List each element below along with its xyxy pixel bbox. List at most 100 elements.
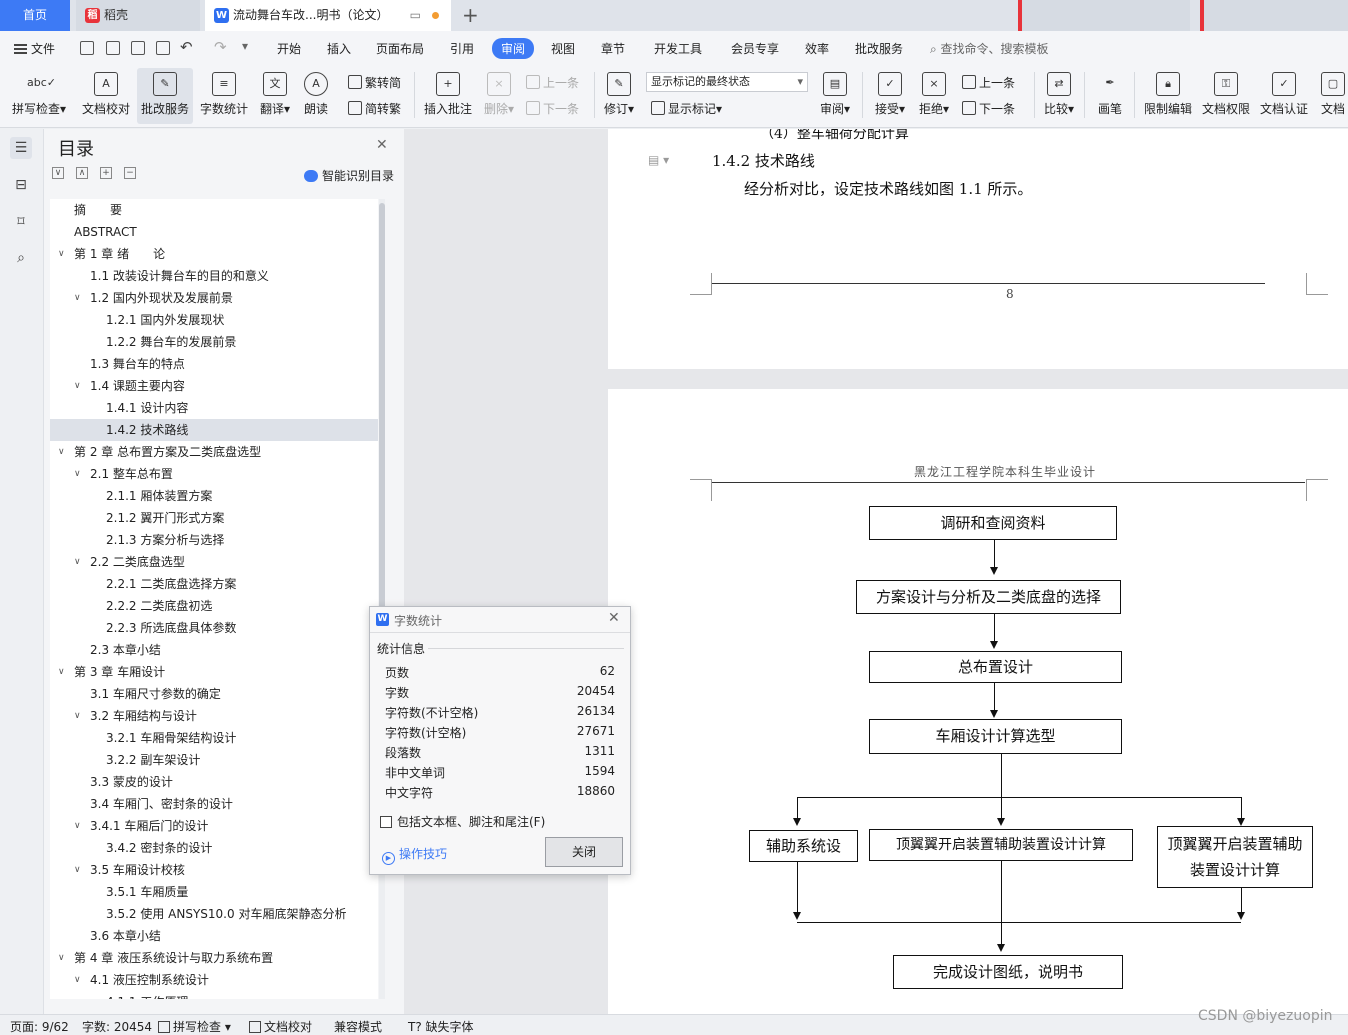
proofread-status[interactable]: 文档校对 bbox=[249, 1018, 312, 1035]
toc-item[interactable]: ∨ 第 4 章 液压系统设计与取力系统布置 bbox=[50, 947, 378, 969]
toc-item[interactable]: 3.5.2 使用 ANSYS10.0 对车厢底架静态分析 bbox=[50, 903, 378, 925]
word-count-indicator[interactable]: 字数: 20454 bbox=[82, 1018, 152, 1035]
toc-item[interactable]: ∨ 第 1 章 绪 论 bbox=[50, 243, 378, 265]
review-pane-button[interactable]: ▤ 审阅▾ bbox=[816, 68, 854, 124]
spell-check-button[interactable]: abc✓ 拼写检查▾ bbox=[8, 68, 70, 124]
toc-item[interactable]: 1.3 舞台车的特点 bbox=[50, 353, 378, 375]
document-page[interactable]: （4）整车轴荷分配计算 ▤ ▾ 1.4.2 技术路线 经分析对比，设定技术路线如… bbox=[608, 129, 1348, 369]
toc-item[interactable]: 1.4.2 技术路线 bbox=[50, 419, 378, 441]
print-icon[interactable] bbox=[131, 41, 145, 55]
ink-button[interactable]: ✒ 画笔 bbox=[1092, 68, 1128, 124]
doc-certify-button[interactable]: ✓ 文档认证 bbox=[1256, 68, 1312, 124]
save-icon[interactable] bbox=[80, 41, 94, 55]
toc-item[interactable]: 1.2.1 国内外发展现状 bbox=[50, 309, 378, 331]
close-button[interactable]: 关闭 bbox=[545, 837, 623, 867]
toc-item[interactable]: ∨ 4.1 液压控制系统设计 bbox=[50, 969, 378, 991]
monitor-icon[interactable]: ▭ bbox=[410, 0, 421, 31]
toc-item[interactable]: 2.3 本章小结 bbox=[50, 639, 378, 661]
tab-daoke[interactable]: 稻 稻壳 bbox=[76, 0, 200, 31]
export-pdf-icon[interactable] bbox=[106, 41, 120, 55]
menu-review[interactable]: 审阅 bbox=[492, 38, 535, 59]
toc-item[interactable]: ∨ 第 2 章 总布置方案及二类底盘选型 bbox=[50, 441, 378, 463]
toc-item[interactable]: ∨ 3.5 车厢设计校核 bbox=[50, 859, 378, 881]
doc-permission-button[interactable]: ⚿ 文档权限 bbox=[1198, 68, 1254, 124]
menu-developer[interactable]: 开发工具 bbox=[654, 40, 702, 57]
toc-item[interactable]: 3.4.2 密封条的设计 bbox=[50, 837, 378, 859]
menu-page-layout[interactable]: 页面布局 bbox=[376, 40, 424, 57]
toc-item[interactable]: 2.2.2 二类底盘初选 bbox=[50, 595, 378, 617]
toc-panel-icon[interactable]: ☰ bbox=[10, 137, 32, 159]
toc-item[interactable]: 3.3 蒙皮的设计 bbox=[50, 771, 378, 793]
collapse-all-icon[interactable]: ∨ bbox=[52, 167, 64, 179]
correction-service-button[interactable]: ✎ 批改服务 bbox=[137, 68, 193, 124]
toc-scroll-thumb[interactable] bbox=[379, 203, 385, 633]
toc-item[interactable]: 3.5.1 车厢质量 bbox=[50, 881, 378, 903]
chevron-down-icon[interactable]: ∨ bbox=[74, 859, 81, 881]
document-canvas[interactable]: （4）整车轴荷分配计算 ▤ ▾ 1.4.2 技术路线 经分析对比，设定技术路线如… bbox=[404, 129, 1348, 1014]
insert-comment-button[interactable]: + 插入批注 bbox=[420, 68, 476, 124]
toc-item[interactable]: 3.6 本章小结 bbox=[50, 925, 378, 947]
new-tab-button[interactable]: + bbox=[462, 0, 479, 31]
toc-item[interactable]: 3.2.1 车厢骨架结构设计 bbox=[50, 727, 378, 749]
translate-button[interactable]: 文翻译▾ bbox=[256, 68, 294, 124]
toc-item[interactable]: 3.1 车厢尺寸参数的确定 bbox=[50, 683, 378, 705]
toc-scrollbar[interactable] bbox=[379, 199, 385, 999]
tab-document[interactable]: W 流动舞台车改...明书（论文） ▭ bbox=[205, 0, 451, 31]
show-markup-button[interactable]: 显示标记▾ bbox=[651, 100, 722, 117]
toc-item[interactable]: 2.1.1 厢体装置方案 bbox=[50, 485, 378, 507]
toc-item[interactable]: ∨ 2.2 二类底盘选型 bbox=[50, 551, 378, 573]
page-indicator[interactable]: 页面: 9/62 bbox=[10, 1018, 69, 1035]
next-comment-button[interactable]: 下一条 bbox=[526, 100, 579, 117]
menu-view[interactable]: 视图 bbox=[551, 40, 575, 57]
to-simplified-button[interactable]: 简转繁 bbox=[348, 100, 401, 117]
proofread-button[interactable]: A 文档校对 bbox=[78, 68, 134, 124]
search-icon[interactable]: ⌕ bbox=[10, 247, 32, 269]
next-change-button[interactable]: 下一条 bbox=[962, 100, 1015, 117]
chevron-down-icon[interactable]: ∨ bbox=[58, 243, 65, 265]
toc-item[interactable]: 4.1.1 工作原理 bbox=[50, 991, 378, 999]
toc-item[interactable]: 1.4.1 设计内容 bbox=[50, 397, 378, 419]
toc-item[interactable]: 3.2.2 副车架设计 bbox=[50, 749, 378, 771]
close-icon[interactable]: ✕ bbox=[608, 610, 620, 626]
toc-item[interactable]: ∨ 2.1 整车总布置 bbox=[50, 463, 378, 485]
restrict-editing-button[interactable]: 🔒︎ 限制编辑 bbox=[1140, 68, 1196, 124]
compare-button[interactable]: ⇄ 比较▾ bbox=[1040, 68, 1078, 124]
paragraph-menu-icon[interactable]: ▤ ▾ bbox=[648, 153, 669, 167]
undo-icon[interactable]: ↶ bbox=[180, 38, 193, 56]
tab-home[interactable]: 首页 bbox=[0, 0, 70, 31]
toc-item[interactable]: ∨ 第 3 章 车厢设计 bbox=[50, 661, 378, 683]
chevron-down-icon[interactable]: ∨ bbox=[74, 969, 81, 991]
menu-efficiency[interactable]: 效率 bbox=[805, 40, 829, 57]
menu-insert[interactable]: 插入 bbox=[327, 40, 351, 57]
markup-state-select[interactable]: 显示标记的最终状态 bbox=[646, 72, 808, 92]
menu-references[interactable]: 引用 bbox=[450, 40, 474, 57]
dialog-titlebar[interactable]: W 字数统计 ✕ bbox=[370, 607, 630, 633]
expand-all-icon[interactable]: ∧ bbox=[76, 167, 88, 179]
toc-item[interactable]: 1.1 改装设计舞台车的目的和意义 bbox=[50, 265, 378, 287]
menu-correction-service[interactable]: 批改服务 bbox=[855, 40, 903, 57]
menu-member[interactable]: 会员专享 bbox=[731, 40, 779, 57]
missing-font-status[interactable]: T? 缺失字体 bbox=[408, 1018, 474, 1035]
toc-item[interactable]: 2.1.3 方案分析与选择 bbox=[50, 529, 378, 551]
redo-icon[interactable]: ↷ bbox=[214, 38, 227, 56]
spell-check-status[interactable]: 拼写检查 ▾ bbox=[158, 1018, 231, 1035]
menu-start[interactable]: 开始 bbox=[277, 40, 301, 57]
toc-item[interactable]: ∨ 3.4.1 车厢后门的设计 bbox=[50, 815, 378, 837]
prev-change-button[interactable]: 上一条 bbox=[962, 74, 1015, 91]
read-aloud-button[interactable]: A 朗读 bbox=[298, 68, 334, 124]
print-preview-icon[interactable] bbox=[156, 41, 170, 55]
customize-chevron-icon[interactable]: ▾ bbox=[242, 39, 248, 53]
chevron-down-icon[interactable]: ∨ bbox=[74, 375, 81, 397]
toc-item[interactable]: 2.1.2 翼开门形式方案 bbox=[50, 507, 378, 529]
toc-item[interactable]: 摘 要 bbox=[50, 199, 378, 221]
tips-link[interactable]: ▶ 操作技巧 bbox=[382, 845, 447, 865]
toc-item[interactable]: ∨ 1.2 国内外现状及发展前景 bbox=[50, 287, 378, 309]
document-page[interactable]: 黑龙江工程学院本科生毕业设计 调研和查阅资料 方案设计与分析及二类底盘的选择 总… bbox=[608, 389, 1348, 1014]
smart-toc-button[interactable]: 智能识别目录 bbox=[304, 167, 394, 184]
toc-item[interactable]: ∨ 3.2 车厢结构与设计 bbox=[50, 705, 378, 727]
to-traditional-button[interactable]: 繁转简 bbox=[348, 74, 401, 91]
chevron-down-icon[interactable]: ∨ bbox=[58, 441, 65, 463]
chevron-down-icon[interactable]: ∨ bbox=[74, 815, 81, 837]
toc-item[interactable]: 1.2.2 舞台车的发展前景 bbox=[50, 331, 378, 353]
chevron-down-icon[interactable]: ∨ bbox=[74, 705, 81, 727]
